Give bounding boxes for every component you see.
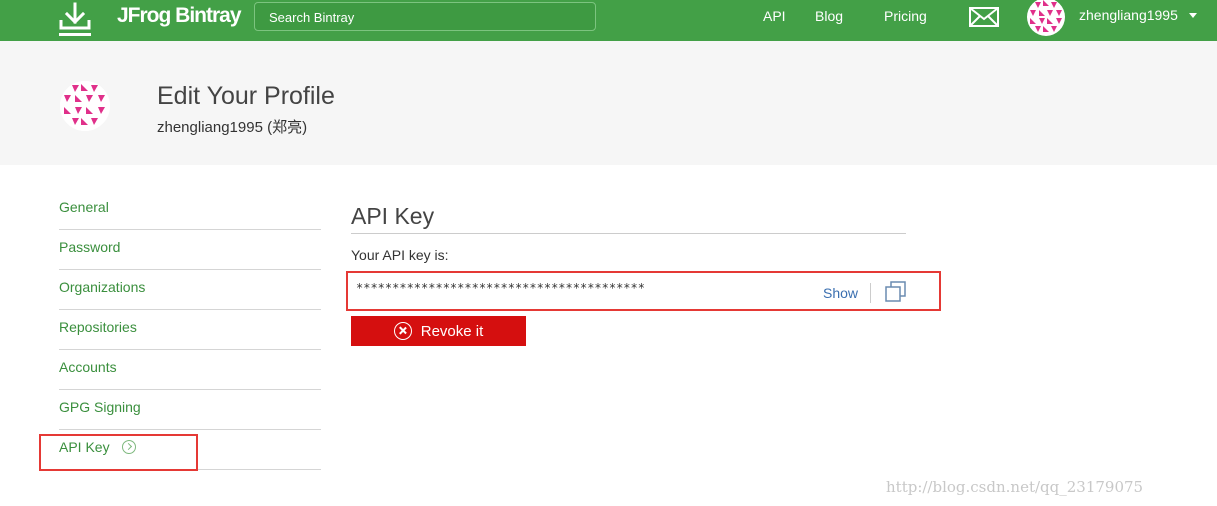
copy-icon[interactable] (884, 281, 908, 303)
nav-link-blog[interactable]: Blog (815, 8, 843, 24)
sidebar-item-label: GPG Signing (59, 399, 141, 415)
revoke-key-button[interactable]: Revoke it (351, 316, 526, 346)
sidebar-item-label: Repositories (59, 319, 137, 335)
sidebar-item-label: General (59, 199, 109, 215)
sidebar-item-gpg-signing[interactable]: GPG Signing (59, 390, 321, 430)
sidebar-item-repositories[interactable]: Repositories (59, 310, 321, 350)
sidebar-item-label: Password (59, 239, 121, 255)
page-title: Edit Your Profile (157, 82, 335, 110)
revoke-label: Revoke it (420, 322, 484, 340)
watermark: http://blog.csdn.net/qq_23179075 (886, 478, 1144, 496)
user-avatar[interactable] (1027, 0, 1065, 36)
close-circle-icon (393, 322, 412, 340)
profile-header: Edit Your Profile zhengliang1995 (郑亮) (0, 41, 1217, 165)
nav-link-api[interactable]: API (763, 8, 786, 24)
divider (351, 233, 906, 234)
sidebar-item-label: Accounts (59, 359, 117, 375)
sidebar-item-organizations[interactable]: Organizations (59, 270, 321, 310)
brand-logo[interactable]: JFrog Bintray (117, 4, 242, 28)
separator (870, 283, 871, 303)
sidebar-item-label: Organizations (59, 279, 146, 295)
sidebar-item-general[interactable]: General (59, 190, 321, 230)
download-arrow-icon[interactable] (56, 0, 94, 38)
sidebar-item-accounts[interactable]: Accounts (59, 350, 321, 390)
top-navbar: JFrog Bintray Search Bintray API Blog Pr… (0, 0, 1217, 41)
sidebar-item-password[interactable]: Password (59, 230, 321, 270)
user-menu-name[interactable]: zhengliang1995 (1079, 7, 1178, 23)
nav-link-pricing[interactable]: Pricing (884, 8, 927, 24)
show-key-button[interactable]: Show (823, 285, 858, 301)
page-subtitle: zhengliang1995 (郑亮) (157, 119, 308, 136)
mail-icon[interactable] (969, 7, 999, 27)
search-input[interactable]: Search Bintray (254, 2, 596, 31)
section-title: API Key (351, 203, 435, 229)
profile-avatar (60, 81, 110, 131)
highlight-box (39, 434, 198, 471)
api-key-field[interactable]: ****************************************… (346, 271, 941, 311)
chevron-down-icon[interactable] (1189, 13, 1197, 18)
api-key-masked-value: **************************************** (356, 281, 645, 295)
api-key-label: Your API key is: (351, 247, 449, 263)
